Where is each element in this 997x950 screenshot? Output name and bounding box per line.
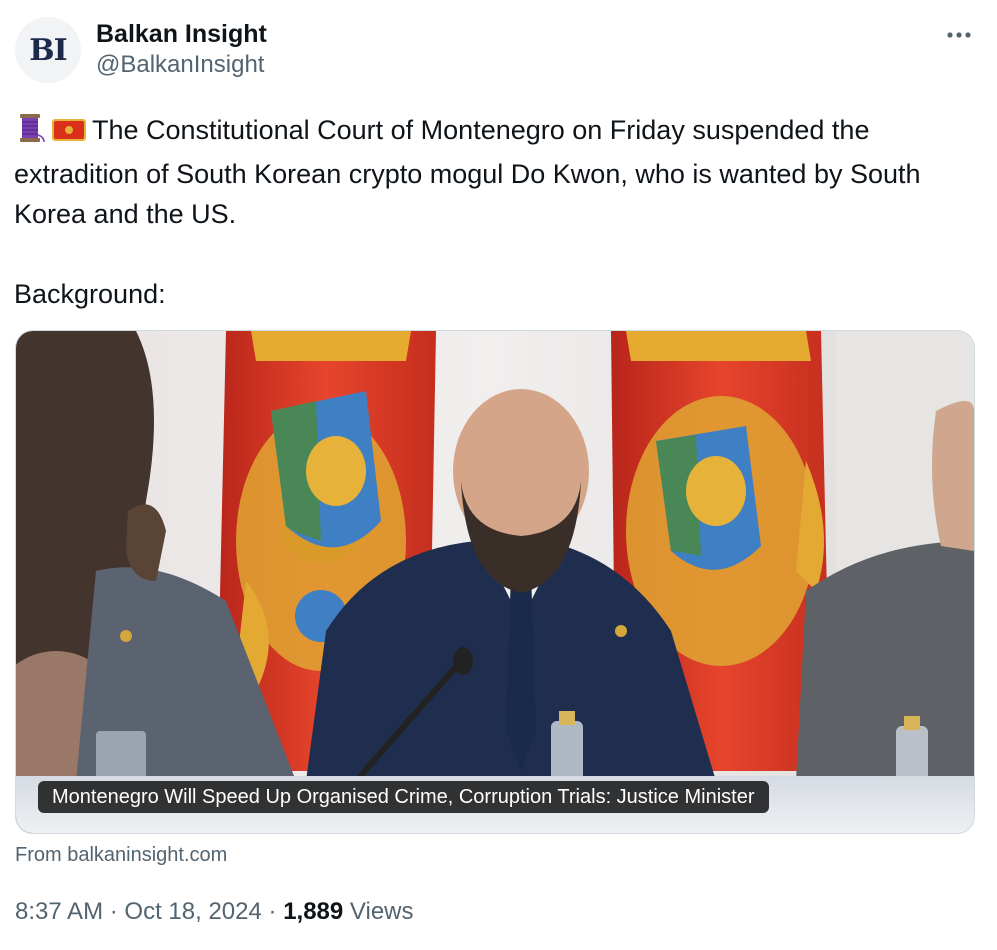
link-card[interactable]: Montenegro Will Speed Up Organised Crime… <box>15 330 975 834</box>
tweet-text: The Constitutional Court of Montenegro o… <box>14 110 974 314</box>
tweet-body-text: The Constitutional Court of Montenegro o… <box>14 115 921 229</box>
article-preview-image <box>16 331 974 833</box>
meta-separator: · <box>109 898 118 925</box>
tweet-date[interactable]: Oct 18, 2024 <box>124 898 261 925</box>
views-count: 1,889 <box>283 898 344 925</box>
more-options-button[interactable] <box>943 20 975 50</box>
author-block: Balkan Insight @BalkanInsight <box>96 18 267 80</box>
author-display-name[interactable]: Balkan Insight <box>96 18 267 50</box>
card-title: Montenegro Will Speed Up Organised Crime… <box>38 781 769 813</box>
tweet-time[interactable]: 8:37 AM <box>15 898 103 925</box>
thread-spool-emoji <box>14 113 46 154</box>
tweet-meta: 8:37 AM · Oct 18, 2024 · 1,889 Views <box>15 896 414 928</box>
author-handle[interactable]: @BalkanInsight <box>96 50 267 80</box>
more-horizontal-icon <box>947 32 971 38</box>
montenegro-flag-emoji <box>52 114 86 154</box>
avatar-logo-text: BI <box>29 32 67 68</box>
tweet-background-label: Background: <box>14 279 166 309</box>
card-source-link[interactable]: From balkaninsight.com <box>15 842 227 868</box>
views-label: Views <box>349 898 414 925</box>
avatar[interactable]: BI <box>15 17 81 83</box>
meta-separator: · <box>268 898 277 925</box>
